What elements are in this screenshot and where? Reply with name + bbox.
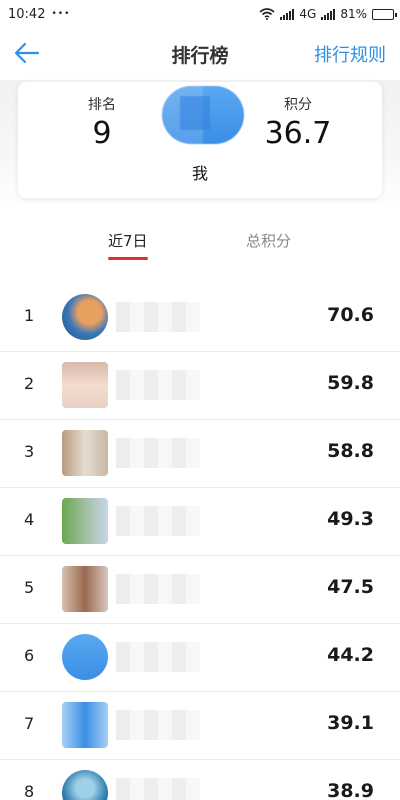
- avatar: [62, 566, 108, 612]
- score-value: 36.7: [264, 116, 332, 151]
- user-name-obscured: [116, 710, 200, 740]
- user-name-obscured: [116, 506, 200, 536]
- my-rank: 排名 9: [80, 94, 124, 151]
- avatar: [62, 430, 108, 476]
- tab-total-points[interactable]: 总积分: [246, 230, 291, 251]
- ranking-row[interactable]: 6 44.2: [0, 624, 400, 692]
- user-name-obscured: [116, 778, 200, 800]
- status-dots: •••: [51, 9, 71, 19]
- nav-bar: 排行榜 排行规则: [0, 30, 400, 76]
- rank-number: 7: [24, 714, 35, 733]
- ranking-row[interactable]: 8 38.9: [0, 760, 400, 800]
- avatar: [62, 770, 108, 800]
- ranking-row[interactable]: 4 49.3: [0, 488, 400, 556]
- wifi-icon: [259, 8, 275, 20]
- score: 58.8: [327, 440, 374, 462]
- avatar: [62, 294, 108, 340]
- ranking-row[interactable]: 3 58.8: [0, 420, 400, 488]
- my-summary-card: 排名 9 积分 36.7 我: [18, 82, 382, 198]
- network-type: 4G: [299, 7, 317, 21]
- score-label: 积分: [284, 97, 312, 113]
- score: 70.6: [327, 304, 374, 326]
- score: 49.3: [327, 508, 374, 530]
- ranking-row[interactable]: 5 47.5: [0, 556, 400, 624]
- ranking-list[interactable]: 1 70.6 2 59.8 3 58.8 4 49.3 5 47.5 6 44.…: [0, 284, 400, 800]
- my-score: 积分 36.7: [258, 94, 338, 151]
- avatar: [62, 362, 108, 408]
- signal-icon: [280, 8, 295, 20]
- status-left: 10:42 •••: [8, 7, 70, 22]
- rank-number: 6: [24, 646, 35, 665]
- status-right: 4G 81%: [259, 7, 397, 21]
- rank-number: 8: [24, 782, 35, 800]
- active-tab-indicator: [108, 257, 148, 260]
- ranking-row[interactable]: 1 70.6: [0, 284, 400, 352]
- my-name: 我: [191, 164, 208, 183]
- avatar: [62, 498, 108, 544]
- score: 44.2: [327, 644, 374, 666]
- user-name-obscured: [116, 302, 200, 332]
- signal-icon-2: [321, 8, 336, 20]
- status-time: 10:42: [8, 6, 46, 22]
- rank-number: 2: [24, 374, 35, 393]
- user-name-obscured: [116, 642, 200, 672]
- battery-percent: 81%: [340, 7, 367, 21]
- rank-number: 5: [24, 578, 35, 597]
- score: 38.9: [327, 780, 374, 800]
- ranking-row[interactable]: 2 59.8: [0, 352, 400, 420]
- score: 39.1: [327, 712, 374, 734]
- tab-last-7-days[interactable]: 近7日: [108, 230, 148, 251]
- rank-number: 4: [24, 510, 35, 529]
- rank-label: 排名: [88, 97, 116, 113]
- ranking-rules-link[interactable]: 排行规则: [314, 41, 386, 67]
- user-name-obscured: [116, 438, 200, 468]
- rank-number: 3: [24, 442, 35, 461]
- ranking-row[interactable]: 7 39.1: [0, 692, 400, 760]
- user-name-obscured: [116, 370, 200, 400]
- status-bar: 10:42 ••• 4G 81%: [0, 0, 400, 28]
- user-name-obscured: [116, 574, 200, 604]
- rank-number: 1: [24, 306, 35, 325]
- score: 59.8: [327, 372, 374, 394]
- avatar: [62, 634, 108, 680]
- score: 47.5: [327, 576, 374, 598]
- my-avatar: [162, 86, 244, 144]
- avatar: [62, 702, 108, 748]
- battery-icon: [372, 8, 397, 20]
- ranking-tabs: 近7日 总积分: [0, 226, 400, 266]
- rank-value: 9: [92, 116, 112, 151]
